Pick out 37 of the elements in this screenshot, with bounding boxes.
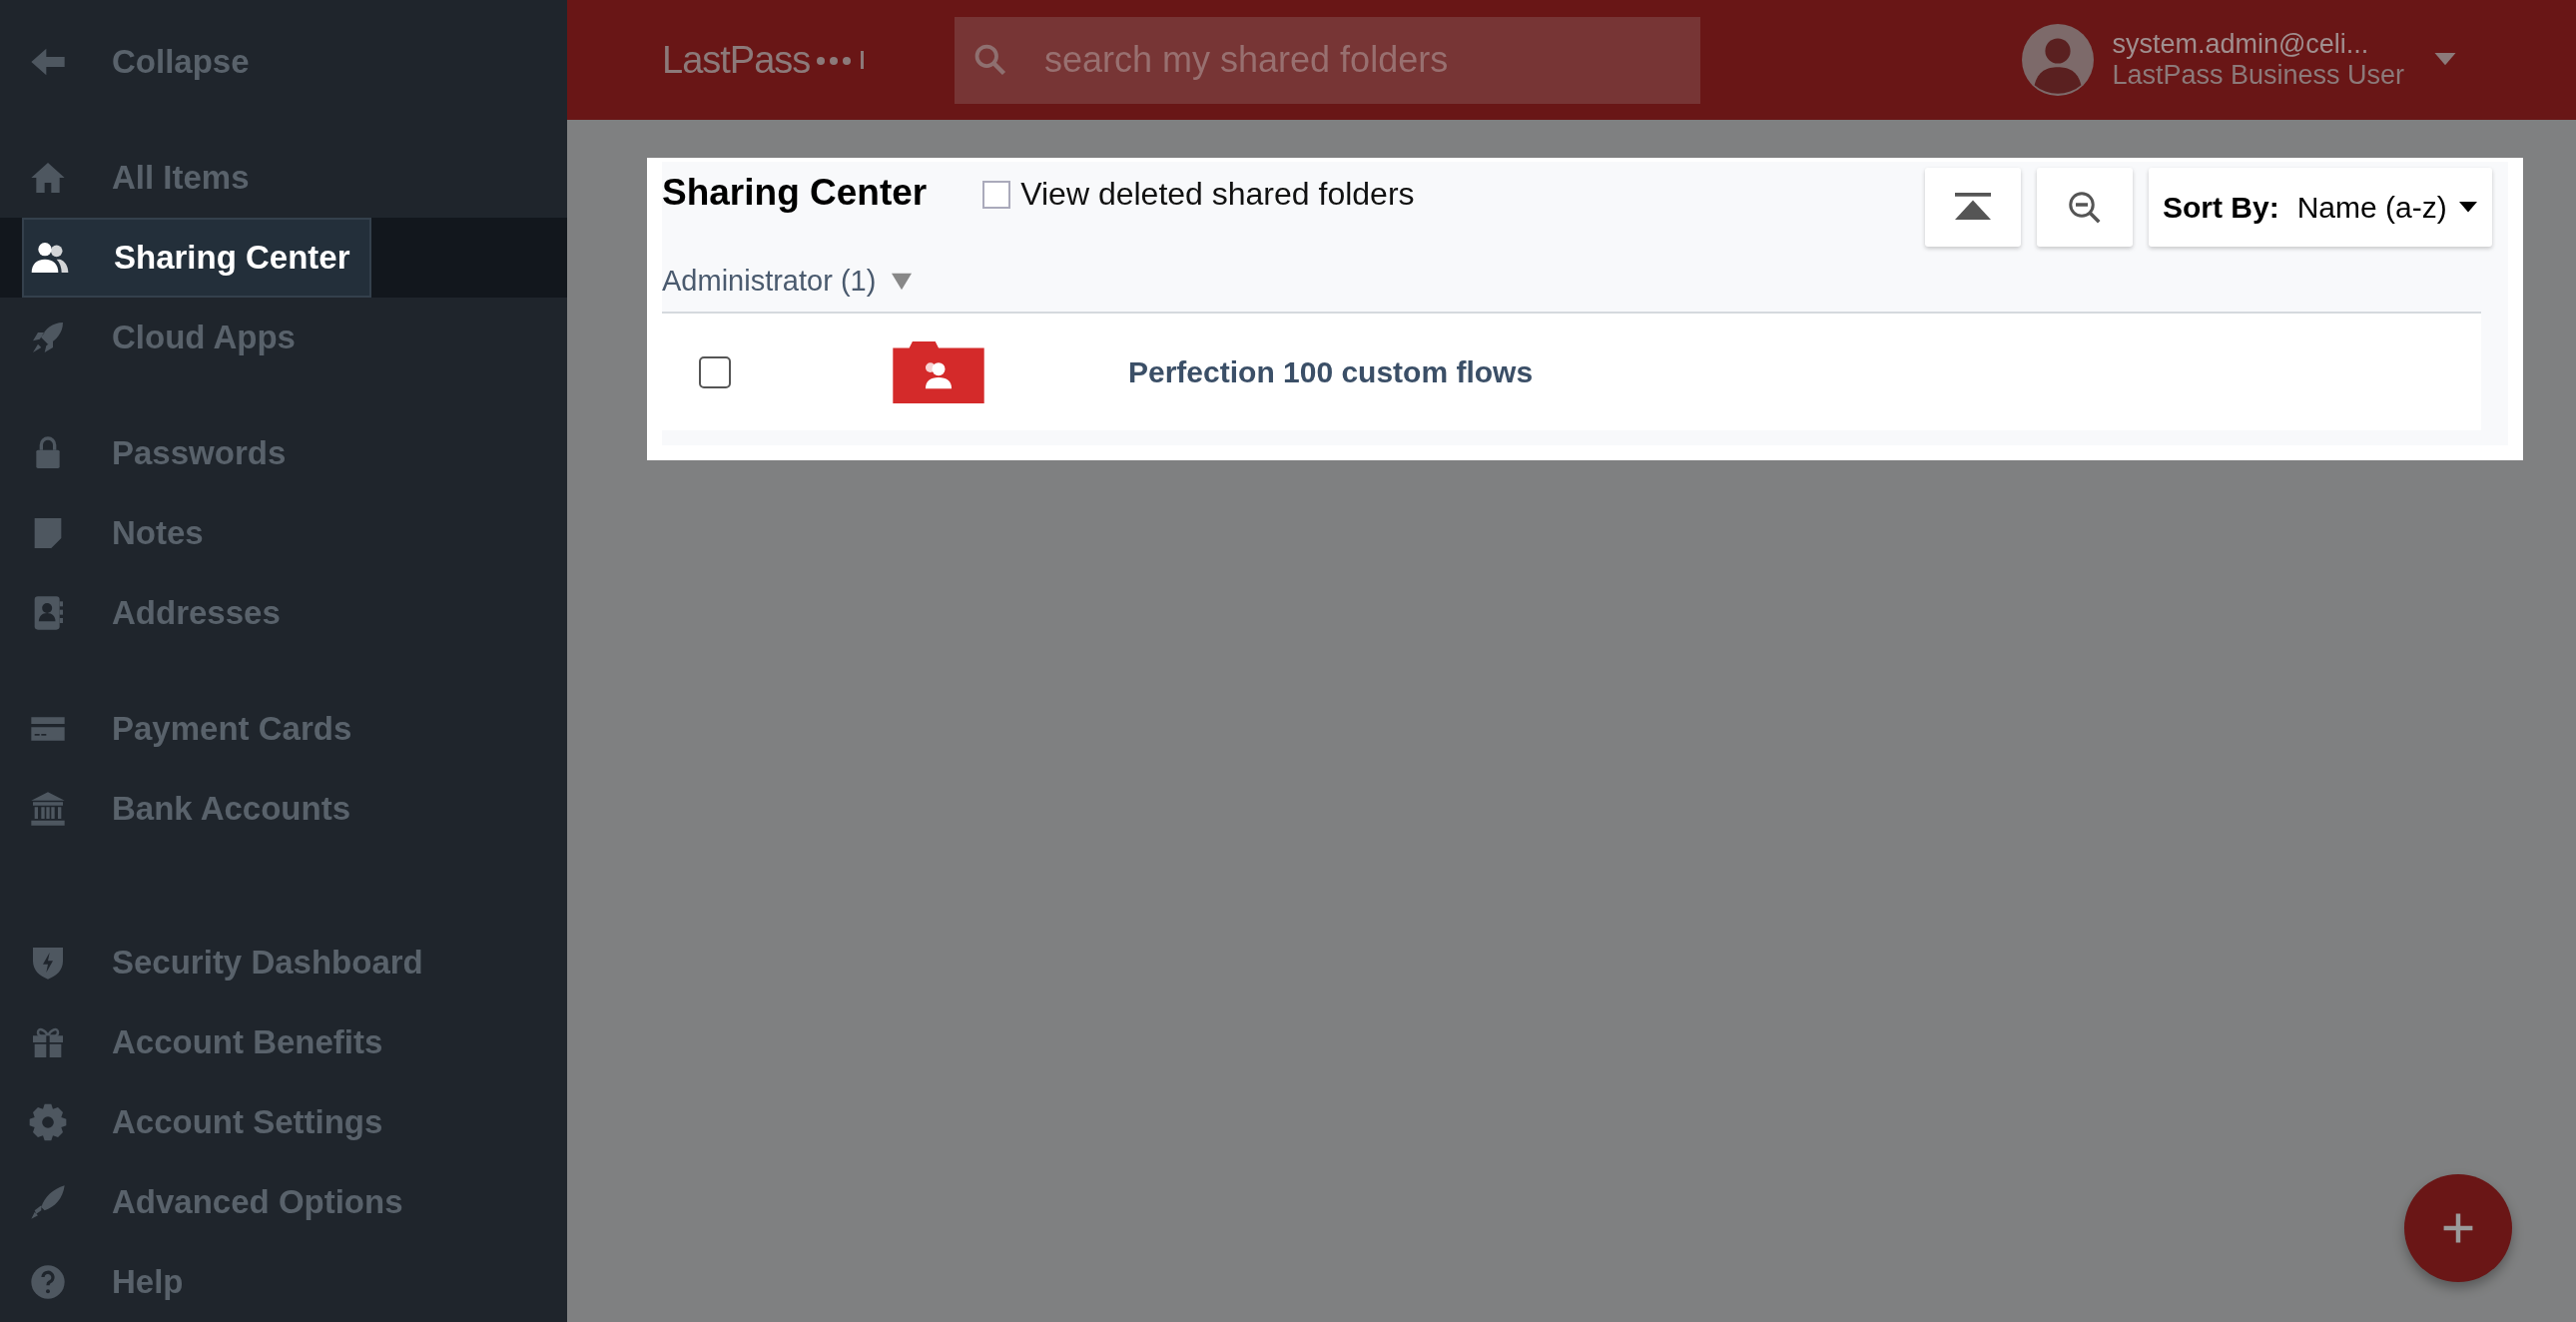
sidebar-item[interactable]: Cloud Apps bbox=[0, 298, 320, 377]
sidebar-item[interactable]: Account Settings bbox=[0, 1082, 407, 1162]
collapse-button[interactable]: Collapse bbox=[0, 22, 567, 102]
sidebar-item[interactable]: Sharing Center bbox=[22, 218, 371, 298]
sidebar-item[interactable]: Help bbox=[0, 1242, 208, 1322]
user-role: LastPass Business User bbox=[2112, 60, 2404, 91]
user-email: system.admin@celi... bbox=[2112, 29, 2370, 60]
zoom-out-button[interactable] bbox=[2037, 168, 2133, 247]
sidebar-item[interactable]: Bank Accounts bbox=[0, 769, 374, 849]
sidebar-item[interactable]: Passwords bbox=[0, 413, 311, 493]
caret-icon bbox=[2458, 201, 2478, 214]
panel-title: Sharing Center bbox=[662, 172, 928, 214]
shared-folder-icon bbox=[893, 340, 984, 403]
sidebar-item[interactable]: Addresses bbox=[0, 573, 305, 653]
sidebar-item[interactable]: Payment Cards bbox=[0, 689, 376, 769]
sidebar-item[interactable]: All Items bbox=[0, 138, 274, 218]
help-icon bbox=[28, 1262, 68, 1302]
sidebar-item[interactable]: Security Dashboard bbox=[0, 923, 447, 1002]
logo-text: LastPass bbox=[662, 38, 811, 82]
sidebar-item[interactable]: Notes bbox=[0, 493, 228, 573]
sidebar-item[interactable]: Account Benefits bbox=[0, 1002, 407, 1082]
search-field[interactable]: search my shared folders bbox=[955, 16, 1700, 104]
sort-dropdown[interactable]: Sort By: Name (a-z) bbox=[2149, 168, 2492, 247]
checkbox-label: View deleted shared folders bbox=[1020, 176, 1415, 213]
group-label[interactable]: Administrator (1) bbox=[662, 265, 877, 298]
gear-icon bbox=[28, 1102, 68, 1142]
folder-row[interactable]: Perfection 100 custom flows bbox=[662, 314, 2481, 430]
triangle-icon[interactable] bbox=[892, 272, 913, 291]
caret-icon[interactable] bbox=[2434, 53, 2456, 67]
sidebar-item[interactable]: Advanced Options bbox=[0, 1162, 427, 1242]
avatar-icon[interactable] bbox=[2022, 24, 2095, 96]
checkbox[interactable] bbox=[982, 180, 1011, 209]
zoom-out-icon bbox=[2067, 189, 2103, 226]
folder-name[interactable]: Perfection 100 custom flows bbox=[1128, 354, 1534, 389]
collapse-all-button[interactable] bbox=[1925, 168, 2021, 247]
add-button[interactable] bbox=[2404, 1174, 2512, 1282]
checkbox[interactable] bbox=[699, 355, 731, 388]
